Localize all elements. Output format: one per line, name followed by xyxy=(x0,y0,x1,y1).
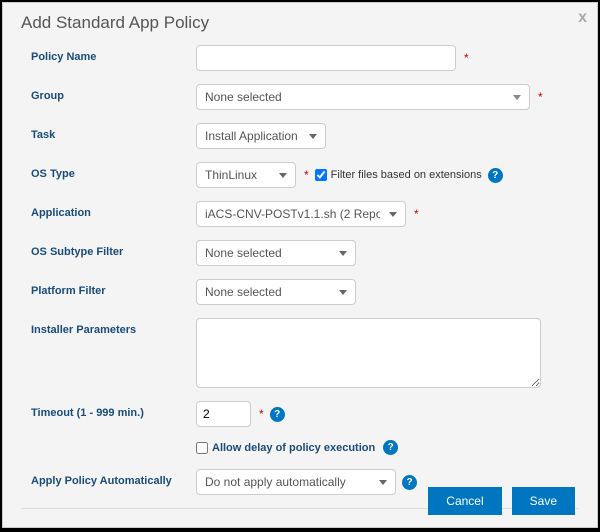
label-apply-policy: Apply Policy Automatically xyxy=(31,469,196,487)
allow-delay-checkbox[interactable] xyxy=(196,442,208,454)
chevron-down-icon xyxy=(279,173,287,178)
help-icon[interactable]: ? xyxy=(383,440,398,455)
allow-delay-label: Allow delay of policy execution xyxy=(212,442,375,454)
form-body: Policy Name * Group None selected * Task xyxy=(3,41,597,495)
label-application: Application xyxy=(31,201,196,219)
allow-delay-checkbox-wrap[interactable]: Allow delay of policy execution xyxy=(196,442,375,454)
chevron-down-icon xyxy=(309,134,317,139)
required-marker: * xyxy=(464,51,469,65)
chevron-down-icon xyxy=(513,95,521,100)
filter-files-checkbox-wrap[interactable]: Filter files based on extensions xyxy=(315,169,482,181)
os-subtype-select[interactable]: None selected xyxy=(196,240,356,266)
required-marker: * xyxy=(414,207,419,221)
apply-policy-select[interactable]: Do not apply automatically xyxy=(196,469,396,495)
help-icon[interactable]: ? xyxy=(270,407,285,422)
task-select-value: Install Application xyxy=(205,129,298,143)
policy-name-input[interactable] xyxy=(196,45,456,71)
label-timeout: Timeout (1 - 999 min.) xyxy=(31,401,196,419)
filter-files-checkbox[interactable] xyxy=(315,169,327,181)
chevron-down-icon xyxy=(339,251,347,256)
os-type-value: ThinLinux xyxy=(205,168,257,182)
platform-value: None selected xyxy=(205,285,282,299)
dialog-footer: Cancel Save xyxy=(428,487,575,515)
application-value: iACS-CNV-POSTv1.1.sh (2 Reposi xyxy=(205,207,380,221)
label-platform: Platform Filter xyxy=(31,279,196,297)
close-icon[interactable]: x xyxy=(578,9,587,27)
dialog-title: Add Standard App Policy xyxy=(3,3,597,41)
chevron-down-icon xyxy=(339,290,347,295)
timeout-input[interactable] xyxy=(196,401,251,427)
label-task: Task xyxy=(31,123,196,141)
os-subtype-value: None selected xyxy=(205,246,282,260)
chevron-down-icon xyxy=(379,480,387,485)
label-installer-params: Installer Parameters xyxy=(31,318,196,336)
installer-params-textarea[interactable] xyxy=(196,318,541,388)
cancel-button[interactable]: Cancel xyxy=(428,487,501,515)
chevron-down-icon xyxy=(389,212,397,217)
label-os-type: OS Type xyxy=(31,162,196,180)
group-select-value: None selected xyxy=(205,90,282,104)
label-group: Group xyxy=(31,84,196,102)
filter-files-label: Filter files based on extensions xyxy=(331,169,482,181)
required-marker: * xyxy=(538,90,543,104)
task-select[interactable]: Install Application xyxy=(196,123,326,149)
platform-select[interactable]: None selected xyxy=(196,279,356,305)
application-select[interactable]: iACS-CNV-POSTv1.1.sh (2 Reposi xyxy=(196,201,406,227)
label-os-subtype: OS Subtype Filter xyxy=(31,240,196,258)
label-policy-name: Policy Name xyxy=(31,45,196,63)
apply-policy-value: Do not apply automatically xyxy=(205,475,346,489)
add-app-policy-dialog: x Add Standard App Policy Policy Name * … xyxy=(2,2,598,528)
help-icon[interactable]: ? xyxy=(402,475,417,490)
os-type-select[interactable]: ThinLinux xyxy=(196,162,296,188)
required-marker: * xyxy=(304,168,309,182)
help-icon[interactable]: ? xyxy=(488,168,503,183)
group-select[interactable]: None selected xyxy=(196,84,530,110)
required-marker: * xyxy=(259,407,264,421)
save-button[interactable]: Save xyxy=(512,487,575,515)
